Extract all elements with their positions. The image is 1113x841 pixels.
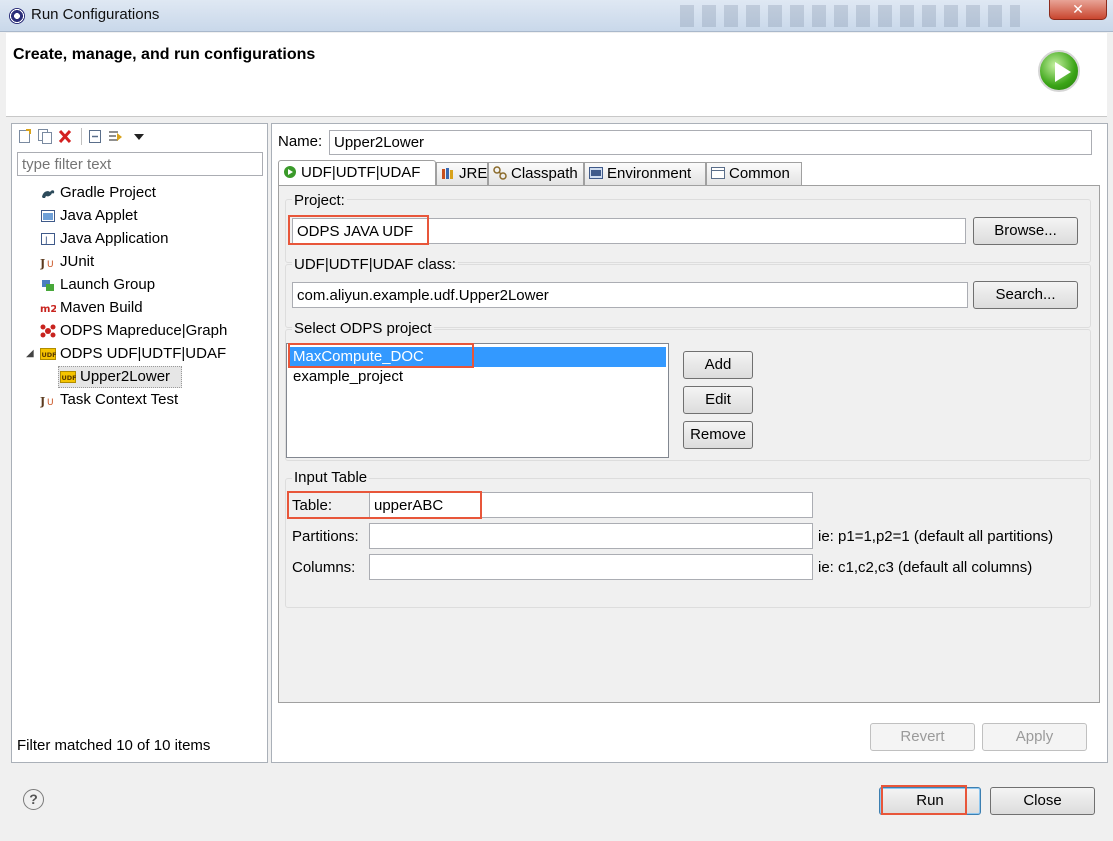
run-banner-icon (1038, 50, 1080, 92)
input-table-label: Input Table (292, 469, 370, 486)
svg-text:m2: m2 (40, 304, 56, 315)
tab-classpath[interactable]: Classpath (488, 162, 584, 185)
java-application-icon: J (40, 231, 56, 247)
view-menu-icon[interactable] (132, 129, 146, 144)
tab-environment[interactable]: Environment (584, 162, 706, 185)
browse-button[interactable]: Browse... (973, 217, 1078, 245)
svg-text:J: J (44, 236, 48, 246)
list-item[interactable]: example_project (290, 367, 666, 387)
toolbar-separator (81, 128, 82, 145)
help-icon[interactable]: ? (23, 789, 44, 810)
revert-button[interactable]: Revert (870, 723, 975, 751)
dialog-title: Create, manage, and run configurations (13, 46, 316, 63)
launch-group-icon (40, 277, 56, 293)
udf-icon: UDF (40, 346, 57, 362)
project-label: Project: (292, 192, 347, 209)
duplicate-icon[interactable] (38, 129, 52, 144)
close-window-button[interactable]: ✕ (1049, 0, 1107, 20)
tab-common[interactable]: Common (706, 162, 802, 185)
svg-text:J: J (40, 257, 45, 270)
expand-arrow-icon[interactable]: ◢ (26, 343, 34, 365)
columns-input[interactable] (369, 554, 813, 580)
odps-mapreduce-icon (40, 323, 56, 339)
project-highlight-box (288, 215, 429, 245)
tab-udf[interactable]: UDF|UDTF|UDAF (278, 160, 436, 185)
eclipse-icon (9, 8, 25, 24)
udf-icon: UDF (60, 369, 77, 385)
classpath-icon (493, 165, 507, 180)
filter-configurations-icon[interactable] (108, 129, 130, 144)
dialog-header: Create, manage, and run configurations (6, 33, 1107, 117)
close-button[interactable]: Close (990, 787, 1095, 815)
environment-icon (589, 165, 603, 179)
window-title: Run Configurations (31, 6, 160, 23)
junit-icon: JU (39, 254, 56, 270)
udf-tab-content: Project: Browse... UDF|UDTF|UDAF class: … (278, 185, 1100, 703)
name-input[interactable] (329, 130, 1092, 155)
selected-project-highlight-box (288, 343, 474, 368)
tab-jre[interactable]: JRE (436, 162, 488, 185)
svg-text:UDF: UDF (62, 374, 77, 382)
udf-class-input[interactable] (292, 282, 968, 308)
gradle-icon (40, 185, 56, 201)
svg-text:J: J (40, 395, 45, 408)
svg-text:U: U (47, 398, 54, 408)
udf-class-label: UDF|UDTF|UDAF class: (292, 256, 458, 273)
columns-label: Columns: (292, 559, 356, 576)
filter-input[interactable] (17, 152, 263, 176)
odps-project-label: Select ODPS project (292, 320, 434, 337)
delete-icon[interactable] (58, 129, 72, 144)
svg-text:U: U (47, 260, 54, 270)
configuration-editor-panel: Name: UDF|UDTF|UDAF JRE Classpath Enviro… (271, 123, 1108, 763)
common-icon (711, 165, 725, 179)
partitions-hint: ie: p1=1,p2=1 (default all partitions) (818, 528, 1054, 545)
remove-button[interactable]: Remove (683, 421, 753, 449)
partitions-label: Partitions: (292, 528, 359, 545)
udf-tab-icon (283, 163, 297, 178)
tree-item-upper2lower[interactable]: UDF Upper2Lower (58, 366, 182, 388)
apply-button[interactable]: Apply (982, 723, 1087, 751)
svg-text:UDF: UDF (42, 351, 57, 359)
partitions-input[interactable] (369, 523, 813, 549)
maven-icon: m2 (40, 300, 57, 316)
collapse-all-icon[interactable] (88, 129, 102, 144)
run-highlight-box (881, 785, 967, 815)
filter-status-text: Filter matched 10 of 10 items (17, 737, 211, 754)
add-button[interactable]: Add (683, 351, 753, 379)
jre-icon (441, 165, 455, 179)
java-applet-icon (40, 208, 56, 224)
search-button[interactable]: Search... (973, 281, 1078, 309)
background-toolbar-decoration (680, 5, 1020, 27)
name-label: Name: (278, 133, 323, 150)
columns-hint: ie: c1,c2,c3 (default all columns) (818, 559, 1033, 576)
configuration-tree-panel: Gradle Project Java Applet J Java Applic… (11, 123, 268, 763)
new-configuration-icon[interactable] (18, 129, 32, 144)
tree-toolbar (18, 127, 258, 147)
junit-icon: JU (39, 392, 56, 408)
title-bar: Run Configurations ✕ (0, 0, 1113, 32)
table-highlight-box (287, 491, 482, 519)
edit-button[interactable]: Edit (683, 386, 753, 414)
